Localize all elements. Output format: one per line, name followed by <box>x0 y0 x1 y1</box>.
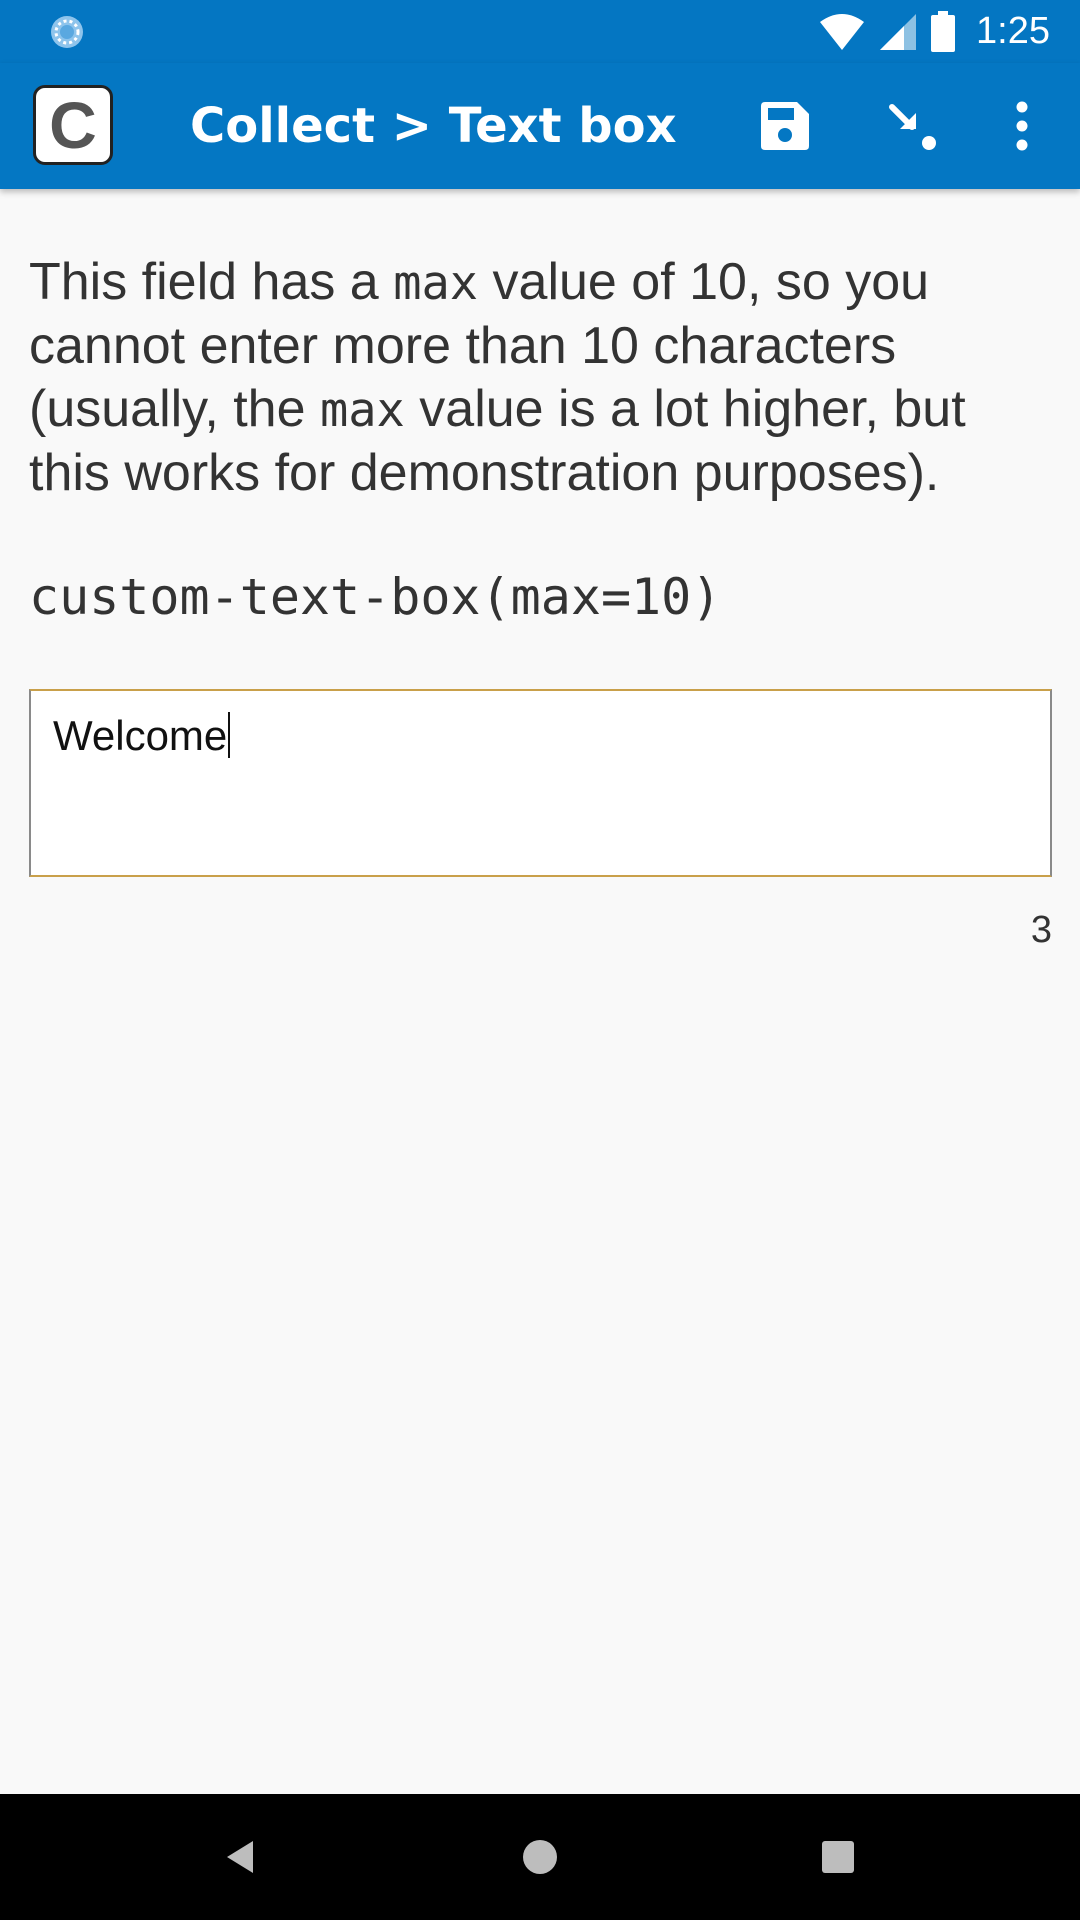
sync-icon <box>51 16 83 48</box>
save-button[interactable] <box>748 89 822 163</box>
answer-value: Welcome <box>53 712 228 759</box>
answer-text-input[interactable]: Welcome <box>29 689 1052 877</box>
battery-icon <box>931 10 956 52</box>
character-counter: 3 <box>1030 909 1052 951</box>
question-label: This field has a max value of 10, so you… <box>29 251 1052 505</box>
cell-signal-icon <box>880 13 917 50</box>
jump-to-button[interactable] <box>876 89 950 163</box>
status-bar: 1:25 <box>0 0 1080 63</box>
back-icon <box>227 1841 253 1873</box>
question-content: This field has a max value of 10, so you… <box>29 189 1052 951</box>
wifi-icon <box>820 13 865 50</box>
home-button[interactable] <box>505 1822 575 1892</box>
recents-icon <box>822 1841 854 1873</box>
question-code-max: max <box>319 383 405 438</box>
question-text-part: This field has a <box>29 253 394 311</box>
more-options-icon <box>1016 101 1028 151</box>
save-icon <box>761 102 809 150</box>
status-time: 1:25 <box>976 10 1050 52</box>
more-options-button[interactable] <box>985 89 1059 163</box>
app-bar: C Collect > Text box… <box>0 63 1080 189</box>
app-logo: C <box>33 85 113 165</box>
jump-to-icon <box>889 104 936 150</box>
recents-button[interactable] <box>803 1822 873 1892</box>
text-cursor <box>228 712 231 758</box>
system-nav-bar <box>0 1794 1080 1920</box>
back-button[interactable] <box>206 1822 276 1892</box>
appearance-hint: custom-text-box(max=10) <box>29 568 722 626</box>
app-title: Collect > Text box… <box>190 98 680 154</box>
question-code-max: max <box>393 256 479 311</box>
home-icon <box>523 1840 557 1874</box>
